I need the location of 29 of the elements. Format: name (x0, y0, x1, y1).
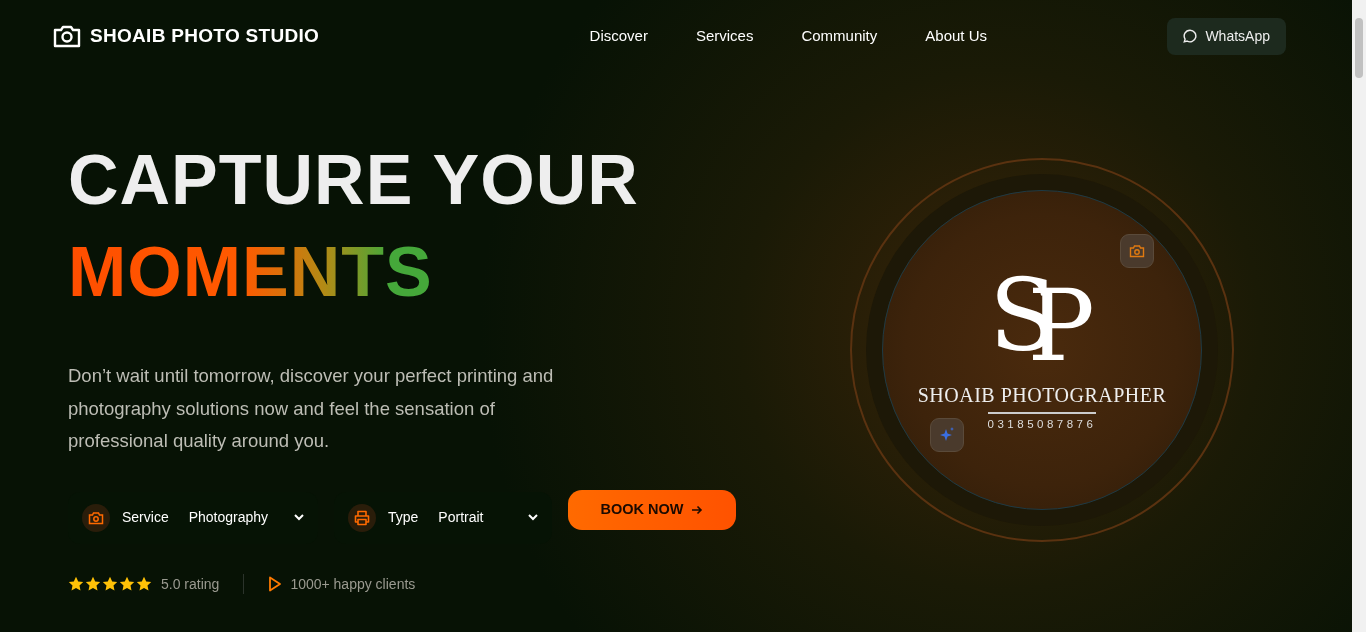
star-icon (102, 576, 118, 592)
sparkle-icon (930, 418, 964, 452)
nav-link[interactable]: Community (801, 24, 878, 48)
headline: CAPTURE YOUR (68, 140, 640, 221)
logo-name: SHOAIB PHOTOGRAPHER (917, 383, 1167, 409)
star-icon (119, 576, 135, 592)
intro-text: Don’t wait until tomorrow, discover your perfect printing and photography solutions now and feel the sensation of professional quality around you. (68, 364, 555, 453)
star-icon (68, 576, 84, 592)
arrow-icon (691, 504, 704, 515)
nav-link[interactable]: Services (695, 24, 754, 48)
nav-link[interactable]: About Us (925, 24, 987, 48)
scrollbar[interactable] (1352, 0, 1366, 632)
play-icon (268, 576, 283, 592)
camera-icon (52, 23, 82, 49)
camera-icon (88, 510, 104, 525)
star-icon (85, 576, 101, 592)
chat-icon (1183, 29, 1198, 43)
nav-link[interactable]: Discover (589, 24, 648, 48)
chevron-icon (528, 514, 538, 521)
logo-phone: 03185087876 (987, 412, 1097, 434)
whatsapp-button[interactable]: WhatsApp (1167, 17, 1286, 55)
clients-text: 1000+ happy clients (290, 574, 416, 594)
chevron-icon (294, 514, 304, 521)
printer-icon (354, 509, 370, 526)
rating-text: 5.0 rating (161, 574, 220, 594)
camera-icon (1120, 234, 1154, 268)
book-now-button[interactable]: BOOK NOW (568, 489, 736, 530)
brand-name[interactable]: SHOAIB PHOTO STUDIO (90, 21, 320, 51)
star-icon (136, 576, 152, 592)
